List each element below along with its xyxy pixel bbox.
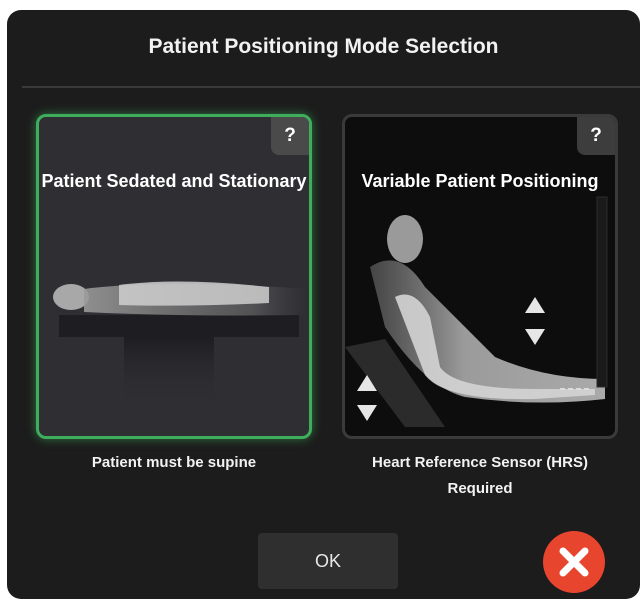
close-button[interactable] <box>543 531 605 593</box>
supine-patient-illustration <box>53 281 309 407</box>
ok-button[interactable]: OK <box>258 533 398 589</box>
arrow-down-icon <box>525 329 545 345</box>
help-button[interactable]: ? <box>271 117 309 155</box>
question-icon: ? <box>590 125 602 146</box>
positioning-mode-dialog: Patient Positioning Mode Selection Patie… <box>7 10 640 599</box>
option-card-variable-positioning[interactable]: Variable Patient Positioning ? <box>342 114 618 439</box>
option-card-sedated-stationary[interactable]: Patient Sedated and Stationary ? <box>36 114 312 439</box>
option-title: Variable Patient Positioning <box>361 171 599 191</box>
option-caption: Heart Reference Sensor (HRS) Required <box>372 454 588 497</box>
close-x-icon <box>559 547 589 577</box>
title-divider <box>22 86 640 88</box>
arrow-down-icon <box>357 405 377 421</box>
reclined-patient-illustration <box>345 196 608 427</box>
option-caption: Patient must be supine <box>91 454 257 471</box>
dialog-title: Patient Positioning Mode Selection <box>148 35 499 58</box>
question-icon: ? <box>284 125 296 146</box>
arrow-up-icon <box>525 297 545 313</box>
option-title: Patient Sedated and Stationary <box>41 171 307 191</box>
help-button[interactable]: ? <box>577 117 615 155</box>
